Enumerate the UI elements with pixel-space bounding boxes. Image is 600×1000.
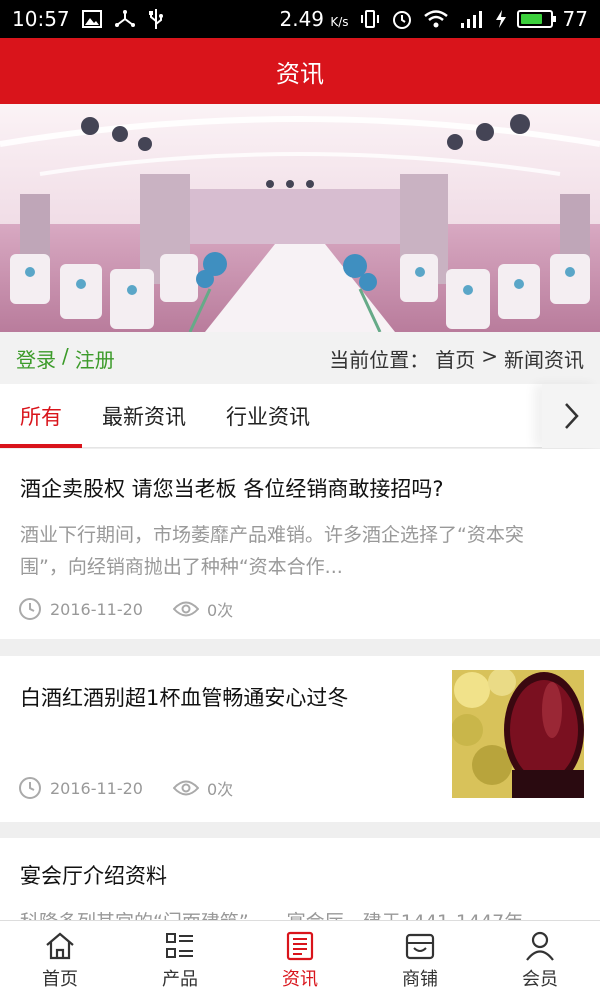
page-header: 资讯 bbox=[0, 38, 600, 104]
status-time: 10:57 bbox=[12, 7, 70, 31]
nav-shop[interactable]: 商铺 bbox=[360, 921, 480, 1000]
alarm-icon bbox=[391, 8, 413, 30]
article-item[interactable]: 白酒红酒别超1杯血管畅通安心过冬 2016-11-20 0次 bbox=[0, 656, 600, 822]
banquet-hall-photo bbox=[0, 104, 600, 332]
shop-icon bbox=[405, 933, 435, 959]
tab-all[interactable]: 所有 bbox=[0, 384, 82, 448]
nav-news[interactable]: 资讯 bbox=[240, 921, 360, 1000]
article-meta: 2016-11-20 0次 bbox=[18, 776, 233, 800]
nav-label: 产品 bbox=[162, 968, 198, 990]
breadcrumb-current: 新闻资讯 bbox=[504, 347, 584, 372]
page-title: 资讯 bbox=[276, 59, 324, 88]
signal-icon bbox=[459, 9, 485, 29]
tab-label: 最新资讯 bbox=[102, 404, 186, 429]
auth-separator: / bbox=[62, 343, 69, 368]
auth-links: 登录 / 注册 bbox=[16, 344, 115, 373]
breadcrumb-prefix: 当前位置： bbox=[329, 347, 430, 372]
article-meta: 2016-11-20 0次 bbox=[18, 597, 233, 621]
bottom-nav: 首页 产品 资讯 商铺 会员 bbox=[0, 920, 600, 1000]
breadcrumb-home[interactable]: 首页 bbox=[435, 344, 475, 373]
home-icon bbox=[46, 932, 74, 959]
status-bar: 10:57 2.49 K/s 77 bbox=[0, 0, 600, 38]
nav-products[interactable]: 产品 bbox=[120, 921, 240, 1000]
article-summary: 酒业下行期间，市场萎靡产品难销。许多酒企选择了“资本突 围”，向经销商抛出了种种… bbox=[20, 519, 585, 583]
battery-icon bbox=[516, 10, 556, 28]
network-speed: 2.49 K/s bbox=[279, 7, 349, 31]
eye-icon bbox=[172, 780, 199, 796]
tab-industry-news[interactable]: 行业资讯 bbox=[206, 384, 330, 448]
article-thumbnail bbox=[452, 670, 584, 798]
register-link[interactable]: 注册 bbox=[75, 344, 115, 373]
vibrate-icon bbox=[359, 9, 381, 29]
nav-home[interactable]: 首页 bbox=[0, 921, 120, 1000]
article-title: 宴会厅介绍资料 bbox=[20, 864, 167, 888]
clock-icon bbox=[19, 598, 41, 620]
article-title: 酒企卖股权 请您当老板 各位经销商敢接招吗? bbox=[20, 477, 444, 501]
nav-label: 商铺 bbox=[402, 968, 438, 990]
wifi-icon bbox=[423, 9, 449, 29]
list-icon bbox=[166, 932, 193, 958]
usb-icon bbox=[148, 8, 164, 30]
nav-member[interactable]: 会员 bbox=[480, 921, 600, 1000]
news-icon bbox=[286, 931, 314, 960]
nav-label: 会员 bbox=[522, 968, 558, 990]
chevron-right-icon bbox=[565, 403, 579, 429]
summary-line: 围”，向经销商抛出了种种“资本合作... bbox=[20, 556, 343, 578]
clock-icon bbox=[19, 777, 41, 799]
tab-label: 行业资讯 bbox=[226, 404, 310, 429]
article-views: 0次 bbox=[206, 780, 234, 799]
breadcrumb-separator: > bbox=[481, 343, 498, 368]
tabs-scroll-right-button[interactable] bbox=[542, 384, 600, 448]
article-item[interactable]: 酒企卖股权 请您当老板 各位经销商敢接招吗? 酒业下行期间，市场萎靡产品难销。许… bbox=[0, 449, 600, 639]
tab-latest-news[interactable]: 最新资讯 bbox=[82, 384, 206, 448]
nav-label: 首页 bbox=[42, 968, 78, 990]
banner-image[interactable] bbox=[0, 104, 600, 332]
article-title: 白酒红酒别超1杯血管畅通安心过冬 bbox=[20, 686, 349, 710]
summary-line: 酒业下行期间，市场萎靡产品难销。许多酒企选择了“资本突 bbox=[20, 524, 524, 546]
eye-icon bbox=[172, 601, 199, 617]
tab-label: 所有 bbox=[20, 404, 62, 429]
login-link[interactable]: 登录 bbox=[16, 344, 56, 373]
category-tabs: 所有 最新资讯 行业资讯 bbox=[0, 384, 600, 448]
breadcrumb: 当前位置： 首页 > 新闻资讯 bbox=[329, 344, 584, 373]
article-date: 2016-11-20 bbox=[50, 599, 143, 619]
user-icon bbox=[526, 931, 554, 961]
nav-label: 资讯 bbox=[282, 968, 318, 990]
article-views: 0次 bbox=[206, 601, 234, 620]
article-item[interactable]: 宴会厅介绍资料 科隆多列其宫的“门面建筑”……宴会厅，建于1441-1447年 bbox=[0, 838, 600, 928]
breadcrumb-row: 登录 / 注册 当前位置： 首页 > 新闻资讯 bbox=[0, 332, 600, 384]
article-date: 2016-11-20 bbox=[50, 778, 143, 798]
image-icon bbox=[81, 10, 102, 28]
share-icon bbox=[114, 10, 136, 28]
charging-icon bbox=[495, 9, 507, 29]
red-wine-glass-photo bbox=[452, 670, 584, 798]
battery-percent: 77 bbox=[562, 7, 588, 31]
